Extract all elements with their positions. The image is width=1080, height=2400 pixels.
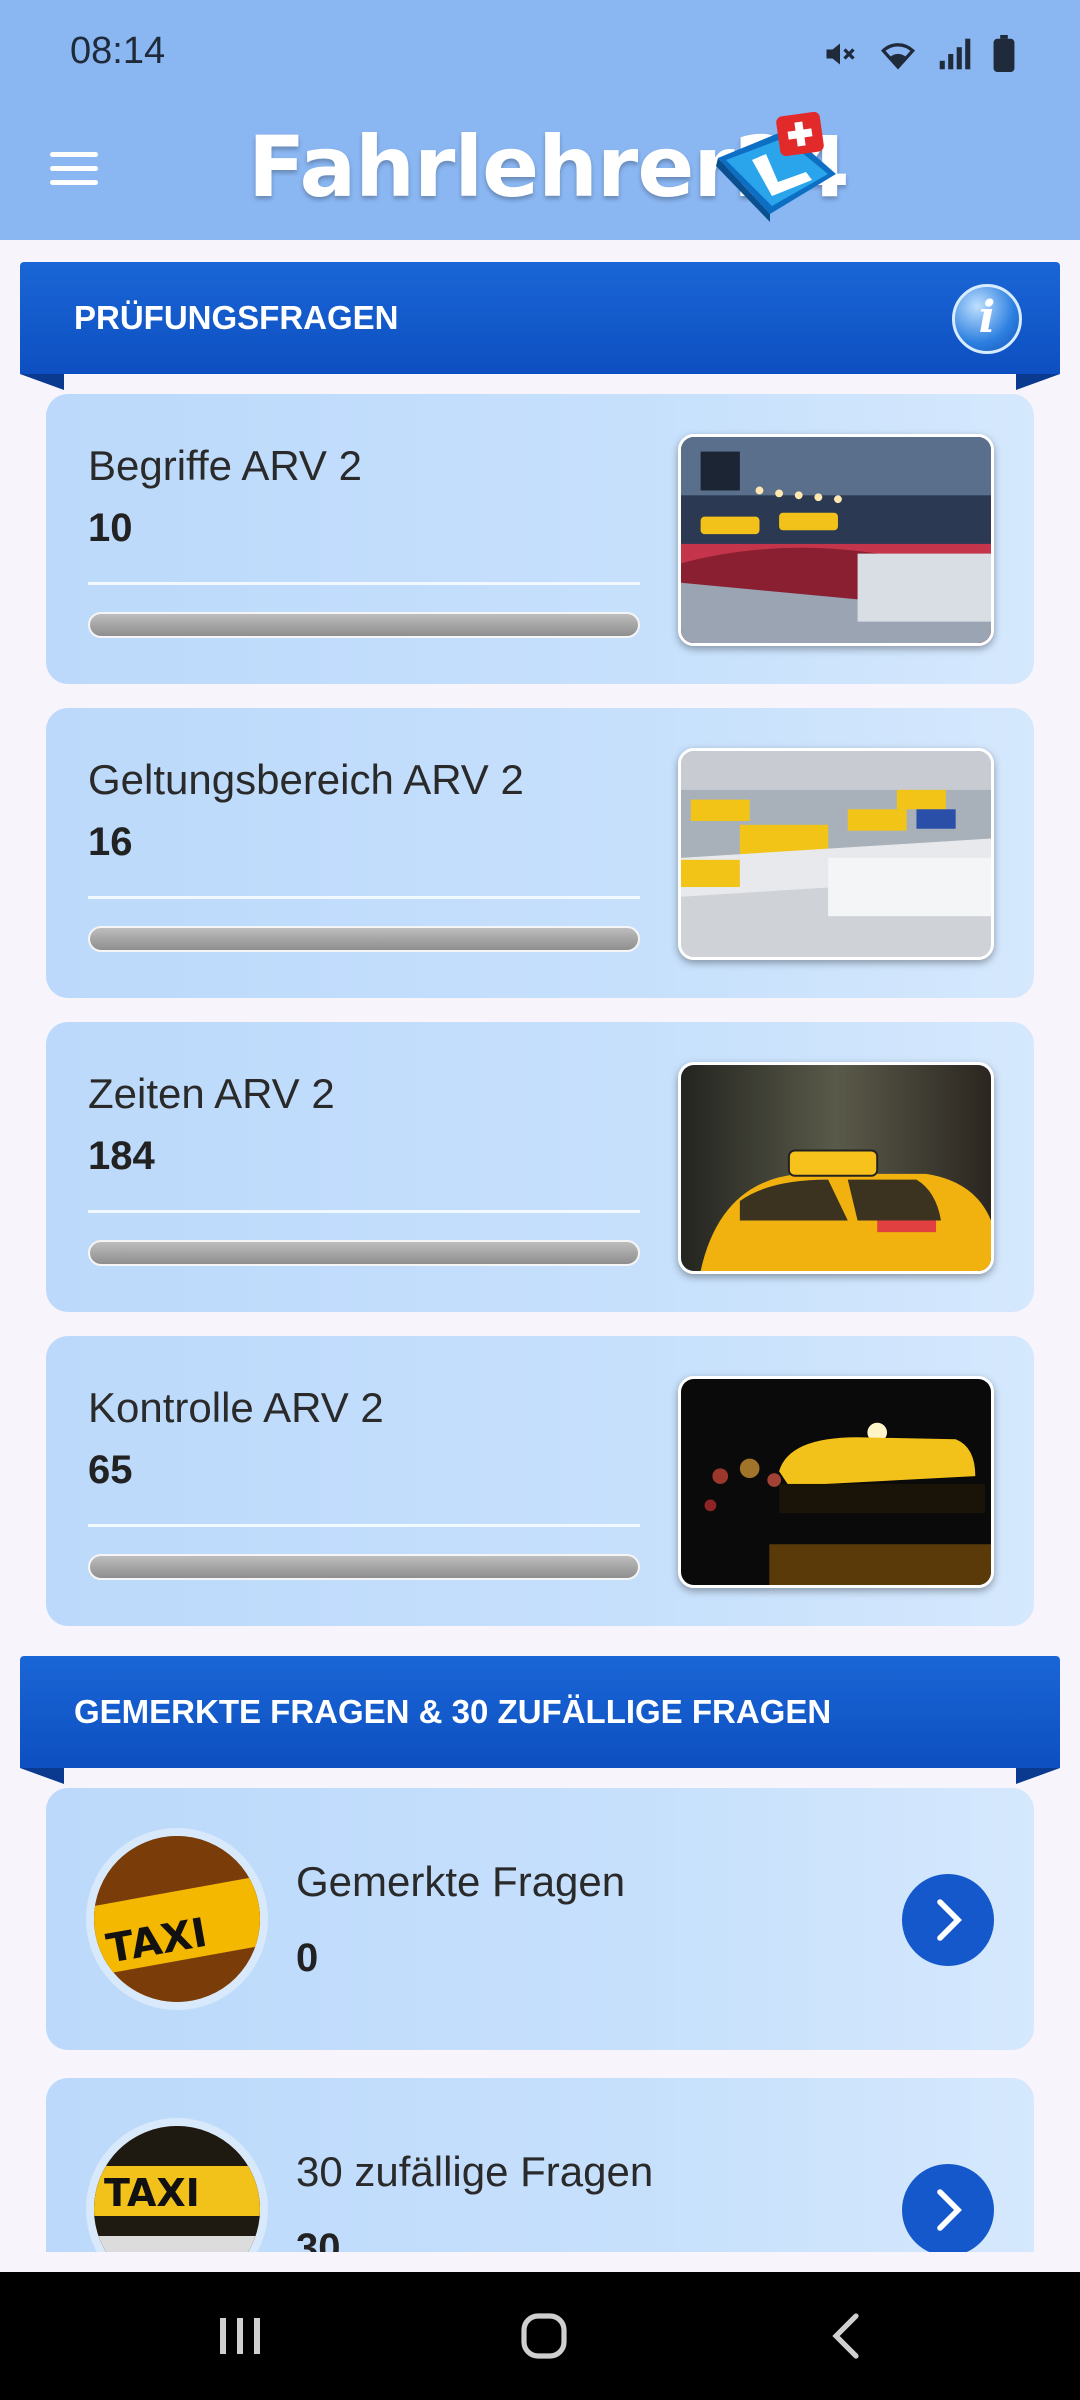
chevron-right-icon[interactable] bbox=[902, 1874, 994, 1966]
taxi-queue-photo bbox=[678, 748, 994, 960]
hamburger-menu-icon[interactable] bbox=[44, 138, 104, 198]
divider bbox=[88, 582, 640, 585]
mute-icon bbox=[826, 43, 855, 65]
back-icon[interactable] bbox=[818, 2306, 878, 2366]
info-icon[interactable]: i bbox=[952, 284, 1022, 354]
taxi-roof-sign-photo: TAXI bbox=[86, 2118, 268, 2252]
yellow-taxi-motion-photo bbox=[678, 1062, 994, 1274]
random-questions-card[interactable]: TAXI 30 zufällige Fragen 30 bbox=[46, 2078, 1034, 2252]
category-question-count: 16 bbox=[88, 820, 133, 864]
taxi-rank-photo bbox=[678, 434, 994, 646]
category-question-count: 184 bbox=[88, 1134, 155, 1178]
section-header-saved: GEMERKTE FRAGEN & 30 ZUFÄLLIGE FRAGEN bbox=[20, 1656, 1060, 1784]
status-time: 08:14 bbox=[70, 30, 166, 72]
divider bbox=[88, 1524, 640, 1527]
saved-questions-card[interactable]: TAXI Gemerkte Fragen 0 bbox=[46, 1788, 1034, 2050]
section-title-exam: PRÜFUNGSFRAGEN bbox=[74, 299, 399, 336]
category-progress-bar bbox=[88, 1554, 640, 1580]
section-title-saved: GEMERKTE FRAGEN & 30 ZUFÄLLIGE FRAGEN bbox=[74, 1693, 832, 1730]
system-navigation-bar bbox=[0, 2272, 1080, 2400]
swiss-learner-logo-icon bbox=[716, 111, 836, 222]
category-progress-bar bbox=[88, 926, 640, 952]
section-header-exam: PRÜFUNGSFRAGEN i bbox=[20, 262, 1060, 390]
category-question-count: 65 bbox=[88, 1448, 133, 1492]
category-card[interactable]: Begriffe ARV 2 10 bbox=[46, 394, 1034, 684]
category-question-count: 10 bbox=[88, 506, 133, 550]
category-title: Kontrolle ARV 2 bbox=[88, 1384, 384, 1431]
divider bbox=[88, 1210, 640, 1213]
category-title: Zeiten ARV 2 bbox=[88, 1070, 335, 1117]
category-title: Begriffe ARV 2 bbox=[88, 442, 362, 489]
app-header: 08:14 Fahrlehrer24 bbox=[0, 0, 1080, 240]
main-scroll-content[interactable]: PRÜFUNGSFRAGEN i Begriffe ARV 2 10 Geltu… bbox=[0, 240, 1080, 2252]
chevron-right-icon[interactable] bbox=[902, 2164, 994, 2252]
taxi-sign-night-photo bbox=[678, 1376, 994, 1588]
saved-item-title: Gemerkte Fragen bbox=[296, 1858, 626, 1905]
status-icons bbox=[822, 32, 1016, 76]
saved-item-count: 30 bbox=[296, 2226, 341, 2252]
category-card[interactable]: Geltungsbereich ARV 2 16 bbox=[46, 708, 1034, 998]
category-progress-bar bbox=[88, 1240, 640, 1266]
category-card[interactable]: Kontrolle ARV 2 65 bbox=[46, 1336, 1034, 1626]
home-icon[interactable] bbox=[514, 2306, 574, 2366]
category-card[interactable]: Zeiten ARV 2 184 bbox=[46, 1022, 1034, 1312]
battery-icon bbox=[993, 35, 1015, 73]
saved-item-title: 30 zufällige Fragen bbox=[296, 2148, 654, 2195]
taxi-sign-photo: TAXI bbox=[86, 1828, 268, 2010]
svg-text:TAXI: TAXI bbox=[104, 2171, 200, 2215]
signal-icon bbox=[939, 38, 971, 70]
divider bbox=[88, 896, 640, 899]
saved-item-count: 0 bbox=[296, 1936, 319, 1980]
recent-apps-icon[interactable] bbox=[210, 2306, 270, 2366]
category-progress-bar bbox=[88, 612, 640, 638]
category-title: Geltungsbereich ARV 2 bbox=[88, 756, 524, 803]
wifi-icon bbox=[880, 43, 916, 70]
